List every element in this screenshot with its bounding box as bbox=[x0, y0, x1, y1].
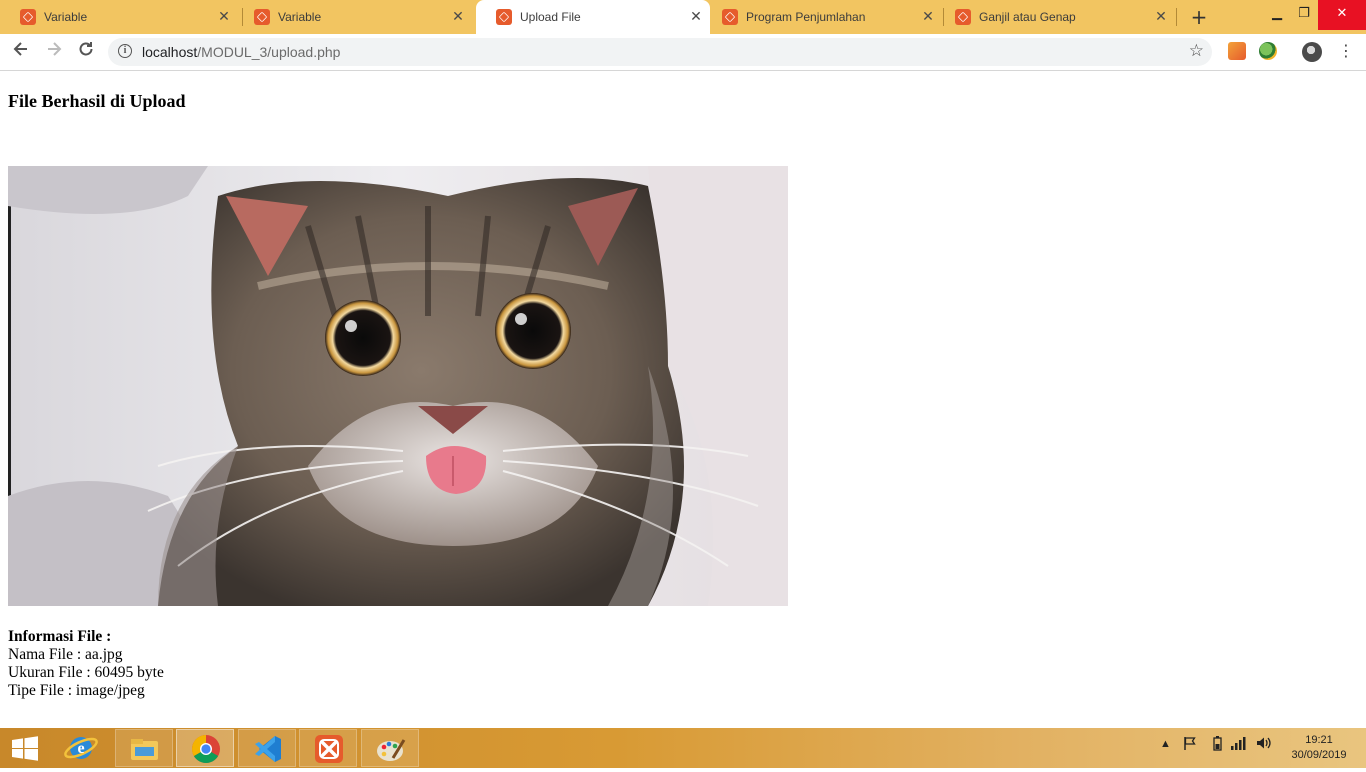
xampp-favicon-icon bbox=[722, 9, 738, 25]
taskbar-clock[interactable]: 19:21 30/09/2019 bbox=[1284, 733, 1354, 763]
paint-icon[interactable] bbox=[361, 729, 419, 767]
tab-title: Ganjil atau Genap bbox=[979, 10, 1076, 24]
tab-close-icon[interactable]: ✕ bbox=[1153, 9, 1169, 25]
windows-start-icon[interactable] bbox=[0, 729, 50, 767]
minimize-button[interactable]: ▁ bbox=[1264, 0, 1290, 30]
tab-close-icon[interactable]: ✕ bbox=[216, 9, 232, 25]
tab-title: Variable bbox=[278, 10, 322, 24]
uploaded-cat-image bbox=[8, 166, 788, 606]
svg-text:e: e bbox=[77, 740, 84, 757]
show-hidden-icons-icon[interactable]: ▲ bbox=[1160, 738, 1171, 750]
clock-time: 19:21 bbox=[1305, 734, 1333, 746]
tab-strip: Variable ✕ Variable ✕ Upload File ✕ Prog… bbox=[0, 0, 1366, 34]
tab-close-icon[interactable]: ✕ bbox=[920, 9, 936, 25]
xampp-icon[interactable] bbox=[299, 729, 357, 767]
restore-button[interactable]: ❐ bbox=[1290, 0, 1318, 30]
page-content: File Berhasil di Upload Informasi File:… bbox=[0, 71, 1366, 728]
tab-upload-file[interactable]: Upload File ✕ bbox=[476, 0, 710, 34]
tab-title: Variable bbox=[44, 10, 88, 24]
xampp-favicon-icon bbox=[20, 9, 36, 25]
vscode-icon[interactable] bbox=[238, 729, 296, 767]
extension-globe-icon[interactable] bbox=[1259, 42, 1277, 60]
new-tab-button[interactable]: + bbox=[1187, 5, 1211, 29]
reload-icon[interactable] bbox=[74, 40, 98, 64]
tab-title: Upload File bbox=[520, 10, 581, 24]
tab-title: Program Penjumlahan bbox=[746, 10, 866, 24]
forward-arrow-icon[interactable] bbox=[42, 40, 66, 64]
page-heading: File Berhasil di Upload bbox=[8, 91, 186, 111]
chrome-menu-icon[interactable]: ⋮ bbox=[1338, 40, 1354, 62]
back-arrow-icon[interactable] bbox=[9, 40, 33, 64]
file-name-line: Nama File : aa.jpg bbox=[8, 646, 123, 663]
extension-icon[interactable] bbox=[1228, 42, 1246, 60]
url-path: /MODUL_3/upload.php bbox=[197, 44, 341, 60]
close-window-button[interactable]: ✕ bbox=[1318, 0, 1366, 30]
address-bar[interactable]: i localhost/MODUL_3/upload.php ☆ bbox=[108, 38, 1212, 66]
file-explorer-icon[interactable] bbox=[115, 729, 173, 767]
browser-toolbar: i localhost/MODUL_3/upload.php ☆ bbox=[0, 34, 1366, 71]
file-type-line: Tipe File : image/jpeg bbox=[8, 682, 145, 699]
info-title: Informasi File : bbox=[8, 628, 112, 645]
tab-ganjil-atau-genap[interactable]: Ganjil atau Genap ✕ bbox=[935, 0, 1175, 34]
battery-icon[interactable] bbox=[1210, 735, 1224, 754]
chrome-icon[interactable] bbox=[176, 729, 234, 767]
tab-separator bbox=[1176, 8, 1177, 26]
bookmark-star-icon[interactable]: ☆ bbox=[1189, 41, 1204, 61]
url-host: localhost bbox=[142, 44, 198, 60]
file-size-line: Ukuran File : 60495 byte bbox=[8, 664, 164, 681]
volume-icon[interactable] bbox=[1255, 735, 1273, 754]
profile-avatar-icon[interactable] bbox=[1302, 42, 1322, 62]
action-center-flag-icon[interactable] bbox=[1182, 735, 1198, 754]
tab-close-icon[interactable]: ✕ bbox=[450, 9, 466, 25]
network-signal-icon[interactable] bbox=[1230, 735, 1248, 754]
tab-variable-2[interactable]: Variable ✕ bbox=[234, 0, 472, 34]
internet-explorer-icon[interactable]: e bbox=[54, 729, 112, 767]
clock-date: 30/09/2019 bbox=[1291, 749, 1347, 761]
xampp-favicon-icon bbox=[254, 9, 270, 25]
xampp-favicon-icon bbox=[955, 9, 971, 25]
url-text[interactable]: localhost/MODUL_3/upload.php bbox=[142, 44, 340, 60]
tab-program-penjumlahan[interactable]: Program Penjumlahan ✕ bbox=[702, 0, 942, 34]
file-info-block: Informasi File : Nama File : aa.jpg Ukur… bbox=[8, 628, 164, 700]
tab-variable-1[interactable]: Variable ✕ bbox=[0, 0, 238, 34]
site-info-icon[interactable]: i bbox=[118, 44, 132, 58]
xampp-favicon-icon bbox=[496, 9, 512, 25]
